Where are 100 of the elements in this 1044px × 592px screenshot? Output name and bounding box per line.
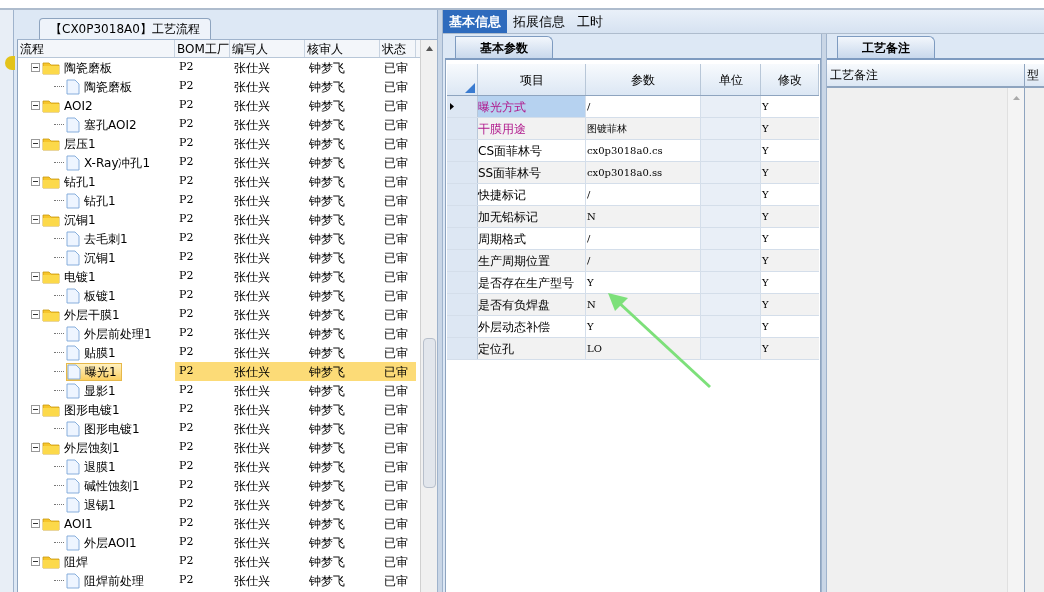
tree-node[interactable]: 外层前处理1	[66, 324, 156, 343]
collapse-toggle[interactable]	[31, 272, 40, 281]
table-cell-text: 已审	[384, 496, 408, 514]
tree-node[interactable]: 碱性蚀刻1	[66, 476, 144, 495]
tree-node[interactable]: 图形电镀1	[42, 400, 124, 419]
column-header[interactable]: 型	[1025, 64, 1039, 86]
collapse-toggle[interactable]	[31, 443, 40, 452]
table-cell-text: 曝光方式	[478, 98, 526, 116]
collapse-toggle[interactable]	[31, 557, 40, 566]
folder-icon	[42, 516, 60, 531]
tree-node[interactable]: 显影1	[66, 381, 120, 400]
tree-node[interactable]: 退膜1	[66, 457, 120, 476]
tree-node[interactable]: 沉铜1	[66, 248, 120, 267]
tree-node[interactable]: 贴膜1	[66, 343, 120, 362]
scrollbar[interactable]	[1007, 88, 1024, 592]
column-header[interactable]: 状态	[380, 40, 416, 57]
table-row[interactable]: 曝光方式 / Y	[447, 96, 819, 118]
column-header[interactable]: 核审人	[305, 40, 380, 57]
table-cell: P2	[179, 287, 194, 304]
column-header[interactable]: 项目	[478, 64, 586, 95]
table-cell: P2	[179, 211, 194, 228]
column-header[interactable]: 编写人	[230, 40, 305, 57]
tab[interactable]: 拓展信息	[507, 10, 571, 33]
node-label: X-Ray冲孔1	[84, 154, 151, 172]
table-row[interactable]: 加无铅标记 N Y	[447, 206, 819, 228]
column-header[interactable]: BOM工厂	[175, 40, 230, 57]
table-row[interactable]: CS面菲林号 cx0p3018a0.cs Y	[447, 140, 819, 162]
node-label: 电镀1	[64, 268, 96, 286]
tree-node[interactable]: 阻焊前处理	[66, 571, 148, 590]
tree-node[interactable]: 陶瓷磨板	[42, 58, 116, 77]
table-row[interactable]: 是否存在生产型号 Y Y	[447, 272, 819, 294]
column-header[interactable]: 修改	[761, 64, 819, 95]
table-row[interactable]: 干膜用途 图镀菲林 Y	[447, 118, 819, 140]
table-cell-text: 张仕兴	[234, 249, 270, 267]
tree-node[interactable]: 图形电镀1	[66, 419, 144, 438]
table-cell-text: 外层动态补偿	[478, 318, 550, 336]
collapse-toggle[interactable]	[31, 310, 40, 319]
column-header[interactable]: 流程	[18, 40, 175, 57]
table-cell-text: 钟梦飞	[309, 306, 345, 324]
tree-node[interactable]: 曝光1	[66, 362, 122, 381]
folder-icon	[42, 440, 60, 455]
tree-node[interactable]: 钻孔1	[66, 191, 120, 210]
table-cell: P2	[179, 230, 194, 247]
notes-area[interactable]	[827, 88, 1025, 592]
tree-node[interactable]: 电镀1	[42, 267, 100, 286]
column-header[interactable]: 参数	[586, 64, 701, 95]
tree-node[interactable]: 阻焊	[42, 552, 92, 571]
collapse-toggle[interactable]	[31, 519, 40, 528]
unit-cell	[701, 316, 761, 337]
table-row[interactable]: 快捷标记 / Y	[447, 184, 819, 206]
table-cell-text: 张仕兴	[234, 268, 270, 286]
table-cell: P2	[179, 78, 194, 95]
table-cell-text: N	[587, 210, 596, 224]
tree-node[interactable]: 钻孔1	[42, 172, 100, 191]
scrollbar[interactable]	[420, 40, 437, 592]
subtab[interactable]: 基本参数	[455, 36, 553, 58]
collapse-toggle[interactable]	[31, 405, 40, 414]
tree-node[interactable]: 退锡1	[66, 495, 120, 514]
tree-node[interactable]: 去毛刺1	[66, 229, 132, 248]
tree-node[interactable]: 沉铜1	[42, 210, 100, 229]
table-row[interactable]: 是否有负焊盘 N Y	[447, 294, 819, 316]
collapse-toggle[interactable]	[31, 177, 40, 186]
scroll-thumb[interactable]	[422, 338, 436, 488]
tab[interactable]: 工时	[571, 10, 609, 33]
table-row[interactable]: 生产周期位置 / Y	[447, 250, 819, 272]
tree-node[interactable]: AOI2	[42, 96, 97, 115]
collapse-toggle[interactable]	[31, 139, 40, 148]
node-label: 阻焊	[64, 553, 88, 571]
collapse-toggle[interactable]	[31, 63, 40, 72]
tree-node[interactable]: 外层干膜1	[42, 305, 124, 324]
table-cell-text: Y	[762, 100, 769, 114]
column-header[interactable]: 工艺备注	[827, 64, 1025, 86]
table-cell-text: 张仕兴	[234, 534, 270, 552]
table-cell-text: 已审	[384, 344, 408, 362]
table-row[interactable]: 定位孔 LO Y	[447, 338, 819, 360]
table-row[interactable]: SS面菲林号 cx0p3018a0.ss Y	[447, 162, 819, 184]
tree-node[interactable]: 板镀1	[66, 286, 120, 305]
table-cell: P2	[179, 382, 194, 399]
document-icon	[66, 477, 80, 494]
scroll-up-icon[interactable]	[425, 46, 433, 51]
collapse-toggle[interactable]	[31, 101, 40, 110]
tree-node[interactable]: 塞孔AOI2	[66, 115, 141, 134]
tree-node[interactable]: 外层蚀刻1	[42, 438, 124, 457]
table-row[interactable]: 周期格式 / Y	[447, 228, 819, 250]
subtab[interactable]: 工艺备注	[837, 36, 935, 58]
table-cell-text: Y	[762, 166, 769, 180]
collapse-toggle[interactable]	[31, 215, 40, 224]
tree-node[interactable]: 外层AOI1	[66, 533, 141, 552]
tree-node[interactable]: 陶瓷磨板	[66, 77, 136, 96]
table-row[interactable]: 外层动态补偿 Y Y	[447, 316, 819, 338]
column-header[interactable]: 单位	[701, 64, 761, 95]
row-header[interactable]	[447, 96, 478, 117]
tree-node[interactable]: 层压1	[42, 134, 100, 153]
table-cell-text: 干膜用途	[478, 120, 526, 138]
table-cell-text: 已审	[384, 97, 408, 115]
tab[interactable]: 基本信息	[443, 10, 507, 33]
table-cell-text: 已审	[384, 458, 408, 476]
tree-node[interactable]: X-Ray冲孔1	[66, 153, 155, 172]
table-cell: P2	[179, 344, 194, 361]
tree-node[interactable]: AOI1	[42, 514, 97, 533]
